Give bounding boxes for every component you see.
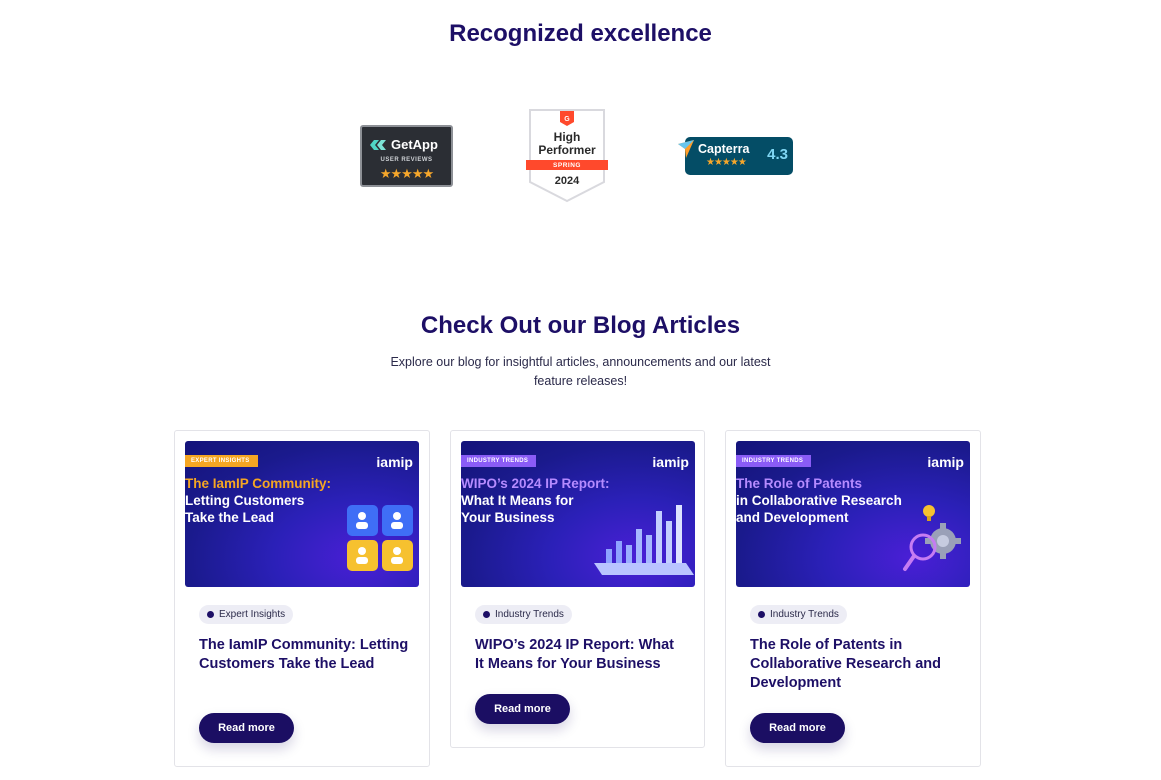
g2-season: SPRING — [553, 162, 581, 169]
image-tag: INDUSTRY TRENDS — [736, 455, 812, 467]
blog-card-image[interactable]: INDUSTRY TRENDS iamip The Role of Patent… — [736, 441, 970, 587]
blog-section-title: Check Out our Blog Articles — [420, 312, 741, 339]
iamip-logo: iamip — [376, 454, 413, 470]
g2-high-performer-badge[interactable]: G High Performer SPRING 2024 — [526, 108, 608, 204]
category-label: Industry Trends — [770, 609, 839, 620]
image-headline: The IamIP Community: Letting Customers T… — [185, 476, 332, 525]
blog-card[interactable]: INDUSTRY TRENDS iamip WIPO’s 2024 IP Rep… — [450, 430, 705, 748]
capterra-name: Capterra — [698, 142, 750, 156]
getapp-rating-stars: ★★★★★ — [379, 166, 434, 181]
image-tag: EXPERT INSIGHTS — [185, 455, 258, 467]
capterra-badge[interactable]: Capterra ★★★★★ 4.3 — [678, 137, 793, 175]
capterra-score: 4.3 — [767, 146, 788, 163]
category-dot-icon — [483, 611, 490, 618]
read-more-button[interactable]: Read more — [750, 713, 845, 743]
getapp-chevron-icon — [370, 139, 386, 150]
recognized-excellence-title: Recognized excellence — [449, 20, 712, 47]
bar-chart-icon — [594, 505, 694, 575]
g2-year: 2024 — [554, 175, 580, 187]
g2-line1: High — [553, 130, 581, 144]
getapp-name: GetApp — [391, 137, 438, 152]
blog-card[interactable]: EXPERT INSIGHTS iamip The IamIP Communit… — [174, 430, 430, 767]
iamip-logo: iamip — [652, 454, 689, 470]
magnifier-gear-icon — [903, 505, 961, 571]
image-tag: INDUSTRY TRENDS — [461, 455, 537, 467]
category-label: Expert Insights — [219, 609, 286, 620]
capterra-arrow-icon — [678, 140, 694, 158]
getapp-subtitle: USER REVIEWS — [380, 157, 433, 163]
blog-card-image[interactable]: EXPERT INSIGHTS iamip The IamIP Communit… — [185, 441, 419, 587]
category-chip: Industry Trends — [750, 605, 847, 624]
category-label: Industry Trends — [495, 609, 564, 620]
blog-card-title[interactable]: The IamIP Community: Letting Customers T… — [199, 636, 409, 674]
blog-section-subtitle: Explore our blog for insightful articles… — [390, 355, 771, 388]
read-more-button[interactable]: Read more — [199, 713, 294, 743]
capterra-rating-stars: ★★★★★ — [706, 157, 747, 168]
iamip-logo: iamip — [927, 454, 964, 470]
svg-text:G: G — [564, 116, 570, 123]
category-dot-icon — [758, 611, 765, 618]
g2-line2: Performer — [538, 143, 596, 157]
read-more-button[interactable]: Read more — [475, 694, 570, 724]
image-headline: The Role of Patents in Collaborative Res… — [736, 476, 902, 525]
blog-card-title[interactable]: The Role of Patents in Collaborative Res… — [750, 636, 960, 693]
blog-card-title[interactable]: WIPO’s 2024 IP Report: What It Means for… — [475, 636, 685, 674]
puzzle-icon — [347, 505, 413, 571]
category-chip: Expert Insights — [199, 605, 294, 624]
getapp-badge[interactable]: GetApp USER REVIEWS ★★★★★ — [360, 125, 453, 187]
blog-card-image[interactable]: INDUSTRY TRENDS iamip WIPO’s 2024 IP Rep… — [461, 441, 695, 587]
category-chip: Industry Trends — [475, 605, 572, 624]
category-dot-icon — [207, 611, 214, 618]
blog-card[interactable]: INDUSTRY TRENDS iamip The Role of Patent… — [725, 430, 981, 767]
